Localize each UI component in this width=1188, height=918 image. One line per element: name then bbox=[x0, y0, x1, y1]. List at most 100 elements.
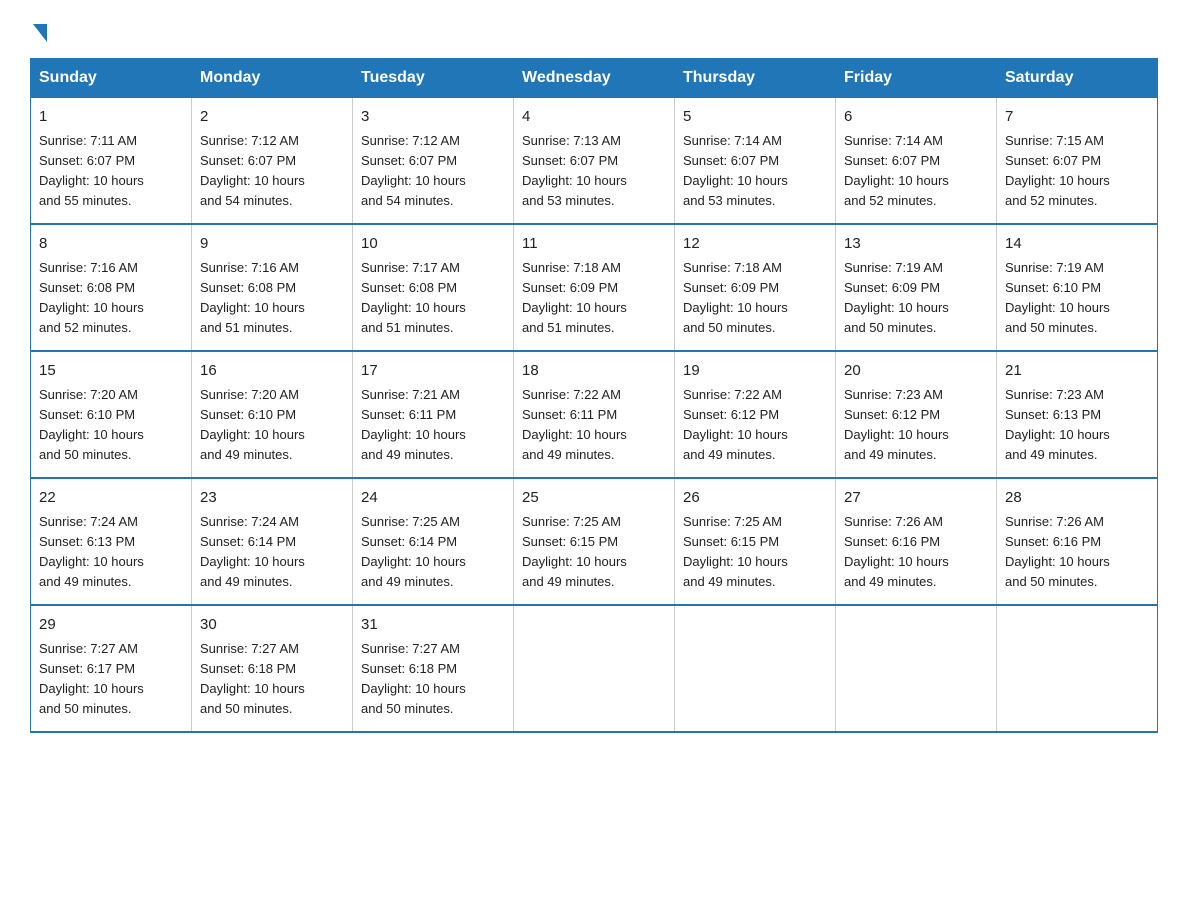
calendar-cell: 22 Sunrise: 7:24 AMSunset: 6:13 PMDayligh… bbox=[31, 478, 192, 605]
day-info: Sunrise: 7:26 AMSunset: 6:16 PMDaylight:… bbox=[1005, 514, 1110, 589]
calendar-week-row: 22 Sunrise: 7:24 AMSunset: 6:13 PMDayligh… bbox=[31, 478, 1158, 605]
day-number: 16 bbox=[200, 360, 344, 383]
calendar-week-row: 15Sunrise: 7:20 AMSunset: 6:10 PMDayligh… bbox=[31, 351, 1158, 478]
calendar-table: SundayMondayTuesdayWednesdayThursdayFrid… bbox=[30, 58, 1158, 733]
calendar-cell: 2 Sunrise: 7:12 AMSunset: 6:07 PMDaylight… bbox=[192, 98, 353, 225]
day-number: 3 bbox=[361, 106, 505, 129]
calendar-cell: 31 Sunrise: 7:27 AMSunset: 6:18 PMDayligh… bbox=[353, 605, 514, 732]
calendar-cell: 5 Sunrise: 7:14 AMSunset: 6:07 PMDaylight… bbox=[675, 98, 836, 225]
day-number: 11 bbox=[522, 233, 666, 256]
day-info: Sunrise: 7:27 AMSunset: 6:18 PMDaylight:… bbox=[200, 641, 305, 716]
day-info: Sunrise: 7:12 AMSunset: 6:07 PMDaylight:… bbox=[361, 133, 466, 208]
day-info: Sunrise: 7:20 AMSunset: 6:10 PMDaylight:… bbox=[39, 387, 144, 462]
calendar-cell: 3 Sunrise: 7:12 AMSunset: 6:07 PMDaylight… bbox=[353, 98, 514, 225]
calendar-cell: 20 Sunrise: 7:23 AMSunset: 6:12 PMDayligh… bbox=[836, 351, 997, 478]
calendar-header-friday: Friday bbox=[836, 59, 997, 98]
calendar-cell: 28 Sunrise: 7:26 AMSunset: 6:16 PMDayligh… bbox=[997, 478, 1158, 605]
calendar-cell bbox=[997, 605, 1158, 732]
day-info: Sunrise: 7:20 AMSunset: 6:10 PMDaylight:… bbox=[200, 387, 305, 462]
day-number: 1 bbox=[39, 106, 183, 129]
day-number: 2 bbox=[200, 106, 344, 129]
calendar-cell: 4 Sunrise: 7:13 AMSunset: 6:07 PMDaylight… bbox=[514, 98, 675, 225]
day-info: Sunrise: 7:18 AMSunset: 6:09 PMDaylight:… bbox=[683, 260, 788, 335]
day-info: Sunrise: 7:24 AMSunset: 6:14 PMDaylight:… bbox=[200, 514, 305, 589]
day-number: 31 bbox=[361, 614, 505, 637]
day-info: Sunrise: 7:19 AMSunset: 6:09 PMDaylight:… bbox=[844, 260, 949, 335]
calendar-cell: 29 Sunrise: 7:27 AMSunset: 6:17 PMDayligh… bbox=[31, 605, 192, 732]
day-number: 14 bbox=[1005, 233, 1149, 256]
day-number: 30 bbox=[200, 614, 344, 637]
calendar-cell: 30 Sunrise: 7:27 AMSunset: 6:18 PMDayligh… bbox=[192, 605, 353, 732]
calendar-cell: 17 Sunrise: 7:21 AMSunset: 6:11 PMDayligh… bbox=[353, 351, 514, 478]
calendar-cell bbox=[675, 605, 836, 732]
day-number: 21 bbox=[1005, 360, 1149, 383]
day-info: Sunrise: 7:23 AMSunset: 6:13 PMDaylight:… bbox=[1005, 387, 1110, 462]
calendar-cell: 8 Sunrise: 7:16 AMSunset: 6:08 PMDaylight… bbox=[31, 224, 192, 351]
calendar-cell bbox=[836, 605, 997, 732]
day-info: Sunrise: 7:24 AMSunset: 6:13 PMDaylight:… bbox=[39, 514, 144, 589]
calendar-cell: 27Sunrise: 7:26 AMSunset: 6:16 PMDayligh… bbox=[836, 478, 997, 605]
calendar-cell: 15Sunrise: 7:20 AMSunset: 6:10 PMDayligh… bbox=[31, 351, 192, 478]
day-number: 20 bbox=[844, 360, 988, 383]
day-number: 12 bbox=[683, 233, 827, 256]
day-number: 26 bbox=[683, 487, 827, 510]
day-number: 7 bbox=[1005, 106, 1149, 129]
day-info: Sunrise: 7:11 AMSunset: 6:07 PMDaylight:… bbox=[39, 133, 144, 208]
calendar-week-row: 1 Sunrise: 7:11 AMSunset: 6:07 PMDaylight… bbox=[31, 98, 1158, 225]
day-info: Sunrise: 7:23 AMSunset: 6:12 PMDaylight:… bbox=[844, 387, 949, 462]
day-number: 8 bbox=[39, 233, 183, 256]
day-info: Sunrise: 7:25 AMSunset: 6:15 PMDaylight:… bbox=[683, 514, 788, 589]
day-number: 22 bbox=[39, 487, 183, 510]
logo bbox=[30, 20, 47, 38]
calendar-cell: 7 Sunrise: 7:15 AMSunset: 6:07 PMDaylight… bbox=[997, 98, 1158, 225]
calendar-cell: 25 Sunrise: 7:25 AMSunset: 6:15 PMDayligh… bbox=[514, 478, 675, 605]
day-number: 4 bbox=[522, 106, 666, 129]
calendar-cell: 10 Sunrise: 7:17 AMSunset: 6:08 PMDayligh… bbox=[353, 224, 514, 351]
calendar-cell: 16 Sunrise: 7:20 AMSunset: 6:10 PMDayligh… bbox=[192, 351, 353, 478]
logo-arrow-icon bbox=[33, 24, 47, 42]
day-info: Sunrise: 7:27 AMSunset: 6:17 PMDaylight:… bbox=[39, 641, 144, 716]
day-number: 10 bbox=[361, 233, 505, 256]
calendar-week-row: 29 Sunrise: 7:27 AMSunset: 6:17 PMDayligh… bbox=[31, 605, 1158, 732]
day-number: 29 bbox=[39, 614, 183, 637]
day-info: Sunrise: 7:27 AMSunset: 6:18 PMDaylight:… bbox=[361, 641, 466, 716]
calendar-cell: 1 Sunrise: 7:11 AMSunset: 6:07 PMDaylight… bbox=[31, 98, 192, 225]
calendar-header-wednesday: Wednesday bbox=[514, 59, 675, 98]
day-number: 6 bbox=[844, 106, 988, 129]
calendar-week-row: 8 Sunrise: 7:16 AMSunset: 6:08 PMDaylight… bbox=[31, 224, 1158, 351]
day-info: Sunrise: 7:25 AMSunset: 6:15 PMDaylight:… bbox=[522, 514, 627, 589]
day-number: 13 bbox=[844, 233, 988, 256]
day-number: 28 bbox=[1005, 487, 1149, 510]
calendar-cell: 21 Sunrise: 7:23 AMSunset: 6:13 PMDayligh… bbox=[997, 351, 1158, 478]
day-info: Sunrise: 7:22 AMSunset: 6:12 PMDaylight:… bbox=[683, 387, 788, 462]
day-info: Sunrise: 7:21 AMSunset: 6:11 PMDaylight:… bbox=[361, 387, 466, 462]
calendar-cell: 9 Sunrise: 7:16 AMSunset: 6:08 PMDaylight… bbox=[192, 224, 353, 351]
calendar-cell: 24 Sunrise: 7:25 AMSunset: 6:14 PMDayligh… bbox=[353, 478, 514, 605]
day-info: Sunrise: 7:16 AMSunset: 6:08 PMDaylight:… bbox=[39, 260, 144, 335]
calendar-cell: 11Sunrise: 7:18 AMSunset: 6:09 PMDayligh… bbox=[514, 224, 675, 351]
day-number: 25 bbox=[522, 487, 666, 510]
day-info: Sunrise: 7:22 AMSunset: 6:11 PMDaylight:… bbox=[522, 387, 627, 462]
day-info: Sunrise: 7:14 AMSunset: 6:07 PMDaylight:… bbox=[683, 133, 788, 208]
day-number: 5 bbox=[683, 106, 827, 129]
day-info: Sunrise: 7:15 AMSunset: 6:07 PMDaylight:… bbox=[1005, 133, 1110, 208]
day-info: Sunrise: 7:25 AMSunset: 6:14 PMDaylight:… bbox=[361, 514, 466, 589]
day-number: 23 bbox=[200, 487, 344, 510]
calendar-cell: 18 Sunrise: 7:22 AMSunset: 6:11 PMDayligh… bbox=[514, 351, 675, 478]
day-info: Sunrise: 7:13 AMSunset: 6:07 PMDaylight:… bbox=[522, 133, 627, 208]
day-number: 18 bbox=[522, 360, 666, 383]
calendar-cell: 6Sunrise: 7:14 AMSunset: 6:07 PMDaylight… bbox=[836, 98, 997, 225]
calendar-header-row: SundayMondayTuesdayWednesdayThursdayFrid… bbox=[31, 59, 1158, 98]
day-info: Sunrise: 7:16 AMSunset: 6:08 PMDaylight:… bbox=[200, 260, 305, 335]
day-number: 27 bbox=[844, 487, 988, 510]
calendar-header-saturday: Saturday bbox=[997, 59, 1158, 98]
day-number: 19 bbox=[683, 360, 827, 383]
calendar-cell: 12 Sunrise: 7:18 AMSunset: 6:09 PMDayligh… bbox=[675, 224, 836, 351]
day-info: Sunrise: 7:12 AMSunset: 6:07 PMDaylight:… bbox=[200, 133, 305, 208]
day-number: 9 bbox=[200, 233, 344, 256]
calendar-header-thursday: Thursday bbox=[675, 59, 836, 98]
day-info: Sunrise: 7:19 AMSunset: 6:10 PMDaylight:… bbox=[1005, 260, 1110, 335]
day-number: 17 bbox=[361, 360, 505, 383]
day-info: Sunrise: 7:17 AMSunset: 6:08 PMDaylight:… bbox=[361, 260, 466, 335]
day-number: 24 bbox=[361, 487, 505, 510]
